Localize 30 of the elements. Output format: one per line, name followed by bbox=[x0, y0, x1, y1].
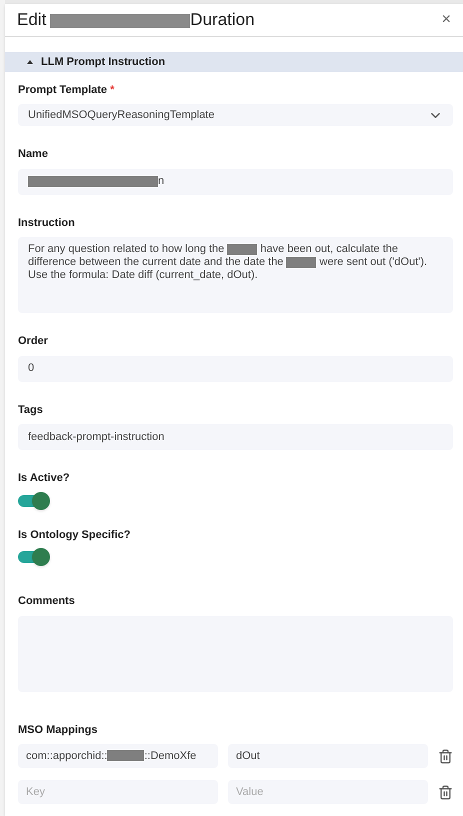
template-select[interactable]: UnifiedMSOQueryReasoningTemplate bbox=[18, 104, 453, 126]
input-field[interactable]: n bbox=[18, 168, 453, 194]
field-label: Name bbox=[18, 147, 49, 162]
input-field[interactable]: feedback-prompt-instruction bbox=[18, 424, 453, 450]
key-field[interactable]: Key bbox=[18, 780, 218, 804]
key-field[interactable]: com::apporchid:: ::DemoXfe bbox=[18, 744, 218, 768]
field-label: Comments bbox=[18, 594, 76, 609]
field-label: Instruction bbox=[18, 216, 76, 230]
redaction-mark bbox=[107, 750, 144, 762]
value-field[interactable]: Value bbox=[228, 780, 428, 804]
collapse-icon bbox=[27, 60, 33, 64]
redaction-mark bbox=[227, 244, 258, 255]
field-label: MSO Mappings bbox=[18, 722, 98, 738]
instruction-field[interactable]: For any question related to how long the have been out, calculate the difference between the current date and the date the were sent out ('dOut'). Use the formula: Date diff (current_date, dOut). bbox=[18, 237, 453, 313]
field-label: Prompt Template * bbox=[18, 82, 116, 98]
field-label: Is Active? bbox=[18, 471, 71, 486]
section-header[interactable]: LLM Prompt Instruction bbox=[5, 52, 463, 72]
delete-icon[interactable] bbox=[438, 748, 453, 764]
dialog-title: Edit Duration bbox=[17, 9, 255, 32]
input-field[interactable]: 0 bbox=[18, 356, 453, 382]
redaction-mark bbox=[286, 256, 316, 268]
toggle-switch[interactable] bbox=[18, 551, 48, 563]
field-label: Is Ontology Specific? bbox=[18, 528, 132, 542]
close-button[interactable]: × bbox=[442, 8, 451, 32]
toggle-switch[interactable] bbox=[18, 494, 48, 506]
field-label: Tags bbox=[18, 402, 44, 418]
value-field[interactable]: dOut bbox=[228, 744, 428, 768]
delete-icon[interactable] bbox=[438, 784, 453, 800]
field-label: Order bbox=[18, 334, 49, 349]
section-title: LLM Prompt Instruction bbox=[41, 54, 166, 70]
